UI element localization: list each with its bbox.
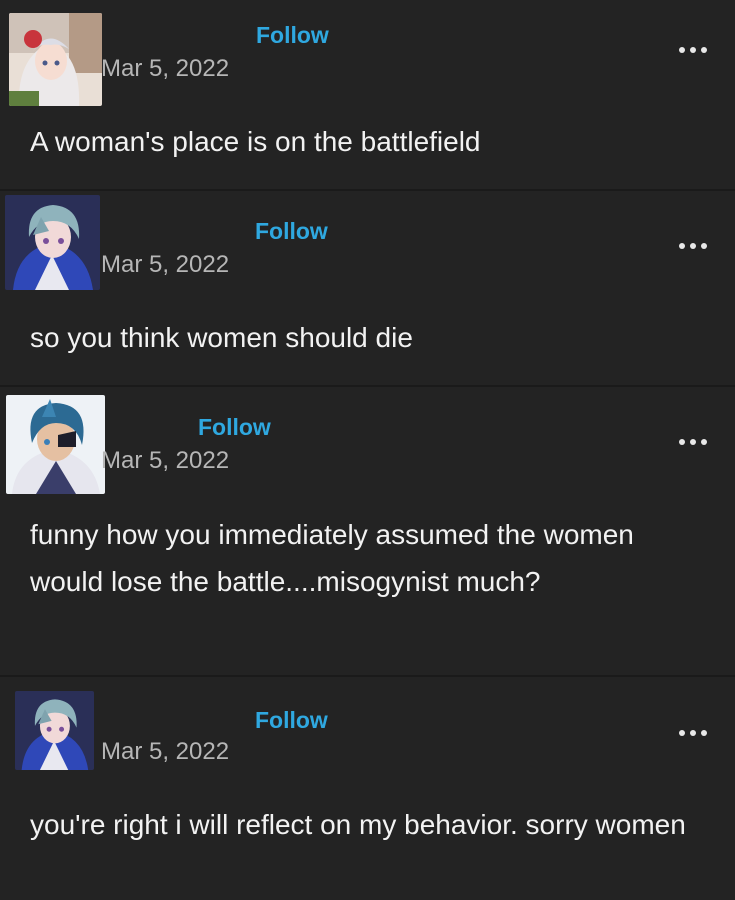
kaeya-avatar[interactable] <box>6 395 105 494</box>
post-date: Mar 5, 2022 <box>101 738 230 765</box>
follow-button[interactable]: Follow <box>198 414 271 441</box>
ellipsis-icon[interactable] <box>679 437 709 447</box>
post-3: Follow Mar 5, 2022 funny how you immedia… <box>0 387 735 675</box>
post-2: Follow Mar 5, 2022 so you think women sh… <box>0 191 735 385</box>
post-date: Mar 5, 2022 <box>101 447 230 474</box>
post-text: so you think women should die <box>30 322 413 353</box>
post-date: Mar 5, 2022 <box>101 251 230 278</box>
post-4: Follow Mar 5, 2022 you're right i will r… <box>0 677 735 900</box>
avatar-image <box>9 13 102 106</box>
reblog-thread: Follow Mar 5, 2022 A woman's place is on… <box>0 0 735 900</box>
scaramouche-avatar[interactable] <box>15 691 94 770</box>
scaramouche-avatar[interactable] <box>5 195 100 290</box>
avatar-image <box>6 395 105 494</box>
noelle-avatar[interactable] <box>9 13 102 106</box>
ellipsis-icon[interactable] <box>679 241 709 251</box>
avatar-image <box>15 691 94 770</box>
ellipsis-icon[interactable] <box>679 728 709 738</box>
post-1: Follow Mar 5, 2022 A woman's place is on… <box>0 0 735 189</box>
follow-button[interactable]: Follow <box>256 22 329 49</box>
follow-button[interactable]: Follow <box>255 707 328 734</box>
post-text: A woman's place is on the battlefield <box>30 126 481 157</box>
post-date: Mar 5, 2022 <box>101 55 230 82</box>
follow-button[interactable]: Follow <box>255 218 328 245</box>
avatar-image <box>5 195 100 290</box>
ellipsis-icon[interactable] <box>679 45 709 55</box>
post-text: funny how you immediately assumed the wo… <box>30 519 634 597</box>
post-text: you're right i will reflect on my behavi… <box>30 809 686 840</box>
